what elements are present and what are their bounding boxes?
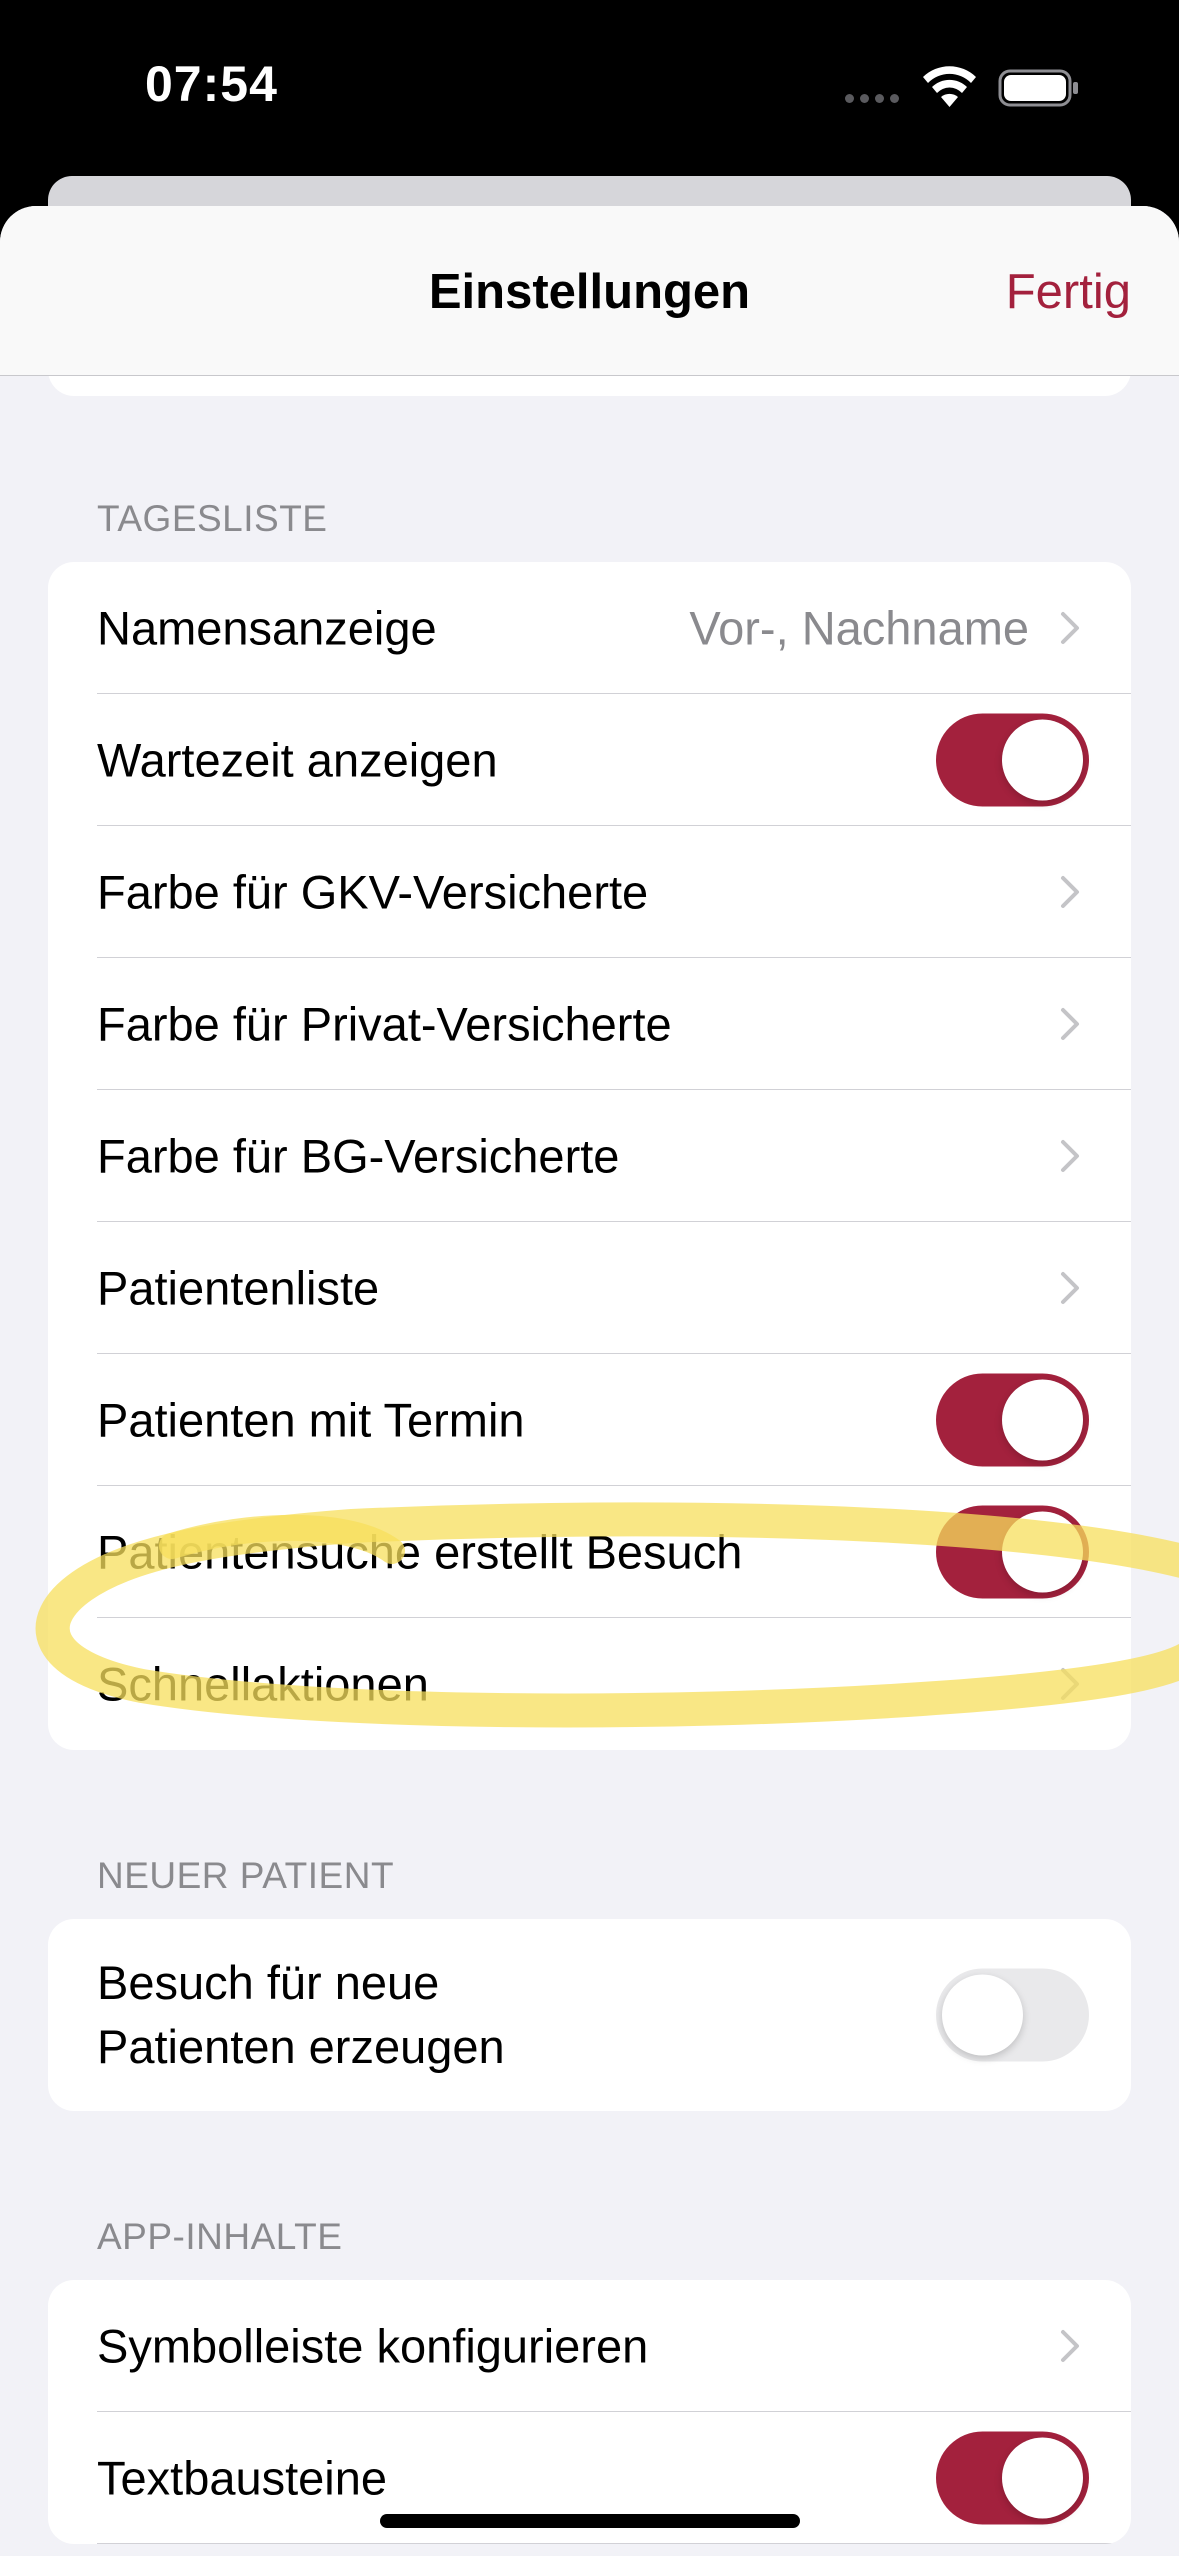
chevron-right-icon bbox=[1061, 1668, 1079, 1700]
row-label: Farbe für BG-Versicherte bbox=[97, 1129, 620, 1183]
row-label: Symbolleiste konfigurieren bbox=[97, 2319, 649, 2373]
toggle-knob bbox=[1002, 719, 1083, 801]
textbausteine-toggle[interactable] bbox=[936, 2431, 1089, 2525]
card-tagesliste: Namensanzeige Vor-, Nachname Wartezeit a… bbox=[48, 562, 1131, 1750]
row-namensanzeige[interactable]: Namensanzeige Vor-, Nachname bbox=[48, 562, 1131, 694]
row-label: Farbe für GKV-Versicherte bbox=[97, 865, 649, 919]
row-label: Farbe für Privat-Versicherte bbox=[97, 997, 672, 1051]
toggle-knob bbox=[1002, 1379, 1083, 1461]
chevron-right-icon bbox=[1061, 612, 1079, 644]
section-header-app-inhalte: APP-INHALTE bbox=[97, 2216, 343, 2257]
chevron-right-icon bbox=[1061, 876, 1079, 908]
chevron-right-icon bbox=[1061, 1008, 1079, 1040]
screen: 07:54 Einstellungen Fertig TAGESLISTE Na… bbox=[0, 0, 1179, 2556]
page-title: Einstellungen bbox=[428, 265, 751, 319]
status-bar: 07:54 bbox=[0, 0, 1179, 175]
card-neuer-patient: Besuch für neue Patienten erzeugen bbox=[48, 1919, 1131, 2111]
row-schnellaktionen[interactable]: Schnellaktionen bbox=[48, 1618, 1131, 1750]
row-separator bbox=[97, 2542, 1131, 2544]
chevron-right-icon bbox=[1061, 1272, 1079, 1304]
status-time: 07:54 bbox=[145, 56, 278, 112]
besuch-neue-patienten-toggle[interactable] bbox=[936, 1968, 1089, 2062]
row-label: Wartezeit anzeigen bbox=[97, 733, 498, 787]
row-patientenliste[interactable]: Patientenliste bbox=[48, 1222, 1131, 1354]
cellular-signal-icon bbox=[845, 94, 905, 106]
row-farbe-bg[interactable]: Farbe für BG-Versicherte bbox=[48, 1090, 1131, 1222]
row-farbe-gkv[interactable]: Farbe für GKV-Versicherte bbox=[48, 826, 1131, 958]
row-label: Patientensuche erstellt Besuch bbox=[97, 1525, 743, 1579]
home-indicator[interactable] bbox=[380, 2514, 800, 2528]
done-button[interactable]: Fertig bbox=[1006, 264, 1131, 320]
section-header-neuer-patient: NEUER PATIENT bbox=[97, 1855, 395, 1896]
row-label: Patienten mit Termin bbox=[97, 1393, 525, 1447]
row-value: Vor-, Nachname bbox=[689, 601, 1029, 655]
chevron-right-icon bbox=[1061, 2330, 1079, 2362]
section-header-tagesliste: TAGESLISTE bbox=[97, 498, 328, 539]
row-label: Namensanzeige bbox=[97, 601, 437, 655]
row-symbolleiste-konfigurieren[interactable]: Symbolleiste konfigurieren bbox=[48, 2280, 1131, 2412]
toggle-knob bbox=[1002, 1511, 1083, 1593]
battery-icon bbox=[998, 69, 1078, 107]
chevron-right-icon bbox=[1061, 1140, 1079, 1172]
settings-sheet: Einstellungen Fertig TAGESLISTE Namensan… bbox=[0, 206, 1179, 2556]
row-label: Besuch für neue Patienten erzeugen bbox=[97, 1956, 505, 2073]
row-label: Textbausteine bbox=[97, 2451, 388, 2505]
row-label: Patientenliste bbox=[97, 1261, 380, 1315]
toggle-knob bbox=[942, 1974, 1023, 2056]
row-wartezeit-anzeigen: Wartezeit anzeigen bbox=[48, 694, 1131, 826]
patientensuche-toggle[interactable] bbox=[936, 1505, 1089, 1599]
wifi-icon bbox=[923, 66, 976, 107]
row-besuch-fuer-neue-patienten: Besuch für neue Patienten erzeugen bbox=[48, 1919, 1131, 2111]
navigation-bar: Einstellungen Fertig bbox=[0, 206, 1179, 376]
row-patientensuche-erstellt-besuch: Patientensuche erstellt Besuch bbox=[48, 1486, 1131, 1618]
toggle-knob bbox=[1002, 2437, 1083, 2519]
wartezeit-toggle[interactable] bbox=[936, 713, 1089, 807]
patienten-mit-termin-toggle[interactable] bbox=[936, 1373, 1089, 1467]
row-farbe-privat[interactable]: Farbe für Privat-Versicherte bbox=[48, 958, 1131, 1090]
row-patienten-mit-termin: Patienten mit Termin bbox=[48, 1354, 1131, 1486]
row-label: Schnellaktionen bbox=[97, 1657, 429, 1711]
card-app-inhalte: Symbolleiste konfigurieren Textbausteine bbox=[48, 2280, 1131, 2544]
